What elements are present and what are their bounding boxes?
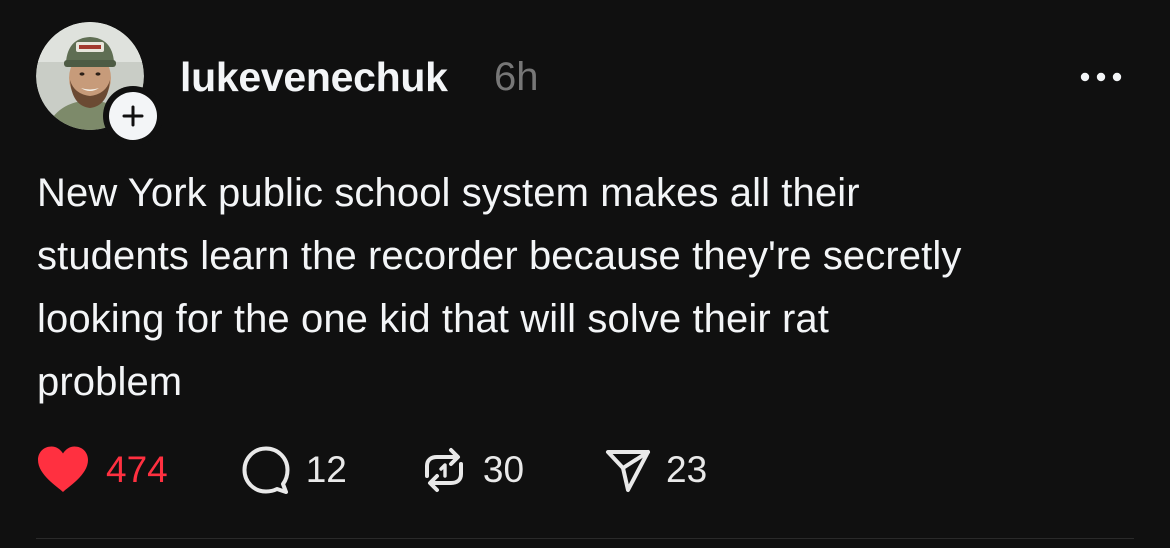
post-timestamp: 6h [494,55,539,99]
ellipsis-icon [1080,72,1122,82]
reply-button[interactable]: 12 [240,444,347,496]
share-count: 23 [666,449,708,490]
plus-icon [122,105,144,127]
post-text-line: looking for the one kid that will solve … [37,297,829,341]
more-options-button[interactable] [1076,62,1126,92]
post-text-line: New York public school system makes all … [37,171,860,215]
repost-count: 30 [482,449,525,490]
follow-badge-circle [109,92,157,140]
post-text-line: problem [37,360,183,404]
heart-icon [38,446,88,492]
post-body: New York public school system makes all … [37,162,1137,414]
avatar-container[interactable] [36,22,163,146]
follow-button[interactable] [103,86,163,146]
post-divider [36,538,1134,539]
repost-icon [424,448,463,492]
author-username[interactable]: lukevenechuk [180,52,448,102]
threads-post: lukevenechuk 6h New York public school s… [0,0,1170,548]
like-count: 474 [106,449,168,490]
reply-icon [242,446,290,494]
reply-count: 12 [305,449,347,490]
repost-button[interactable]: 30 [419,446,524,494]
post-text-line: students learn the recorder because they… [37,234,962,278]
like-button[interactable]: 474 [36,445,168,495]
send-icon [606,450,651,492]
share-button[interactable]: 23 [604,446,707,494]
action-bar: 474 12 30 23 [36,442,707,498]
